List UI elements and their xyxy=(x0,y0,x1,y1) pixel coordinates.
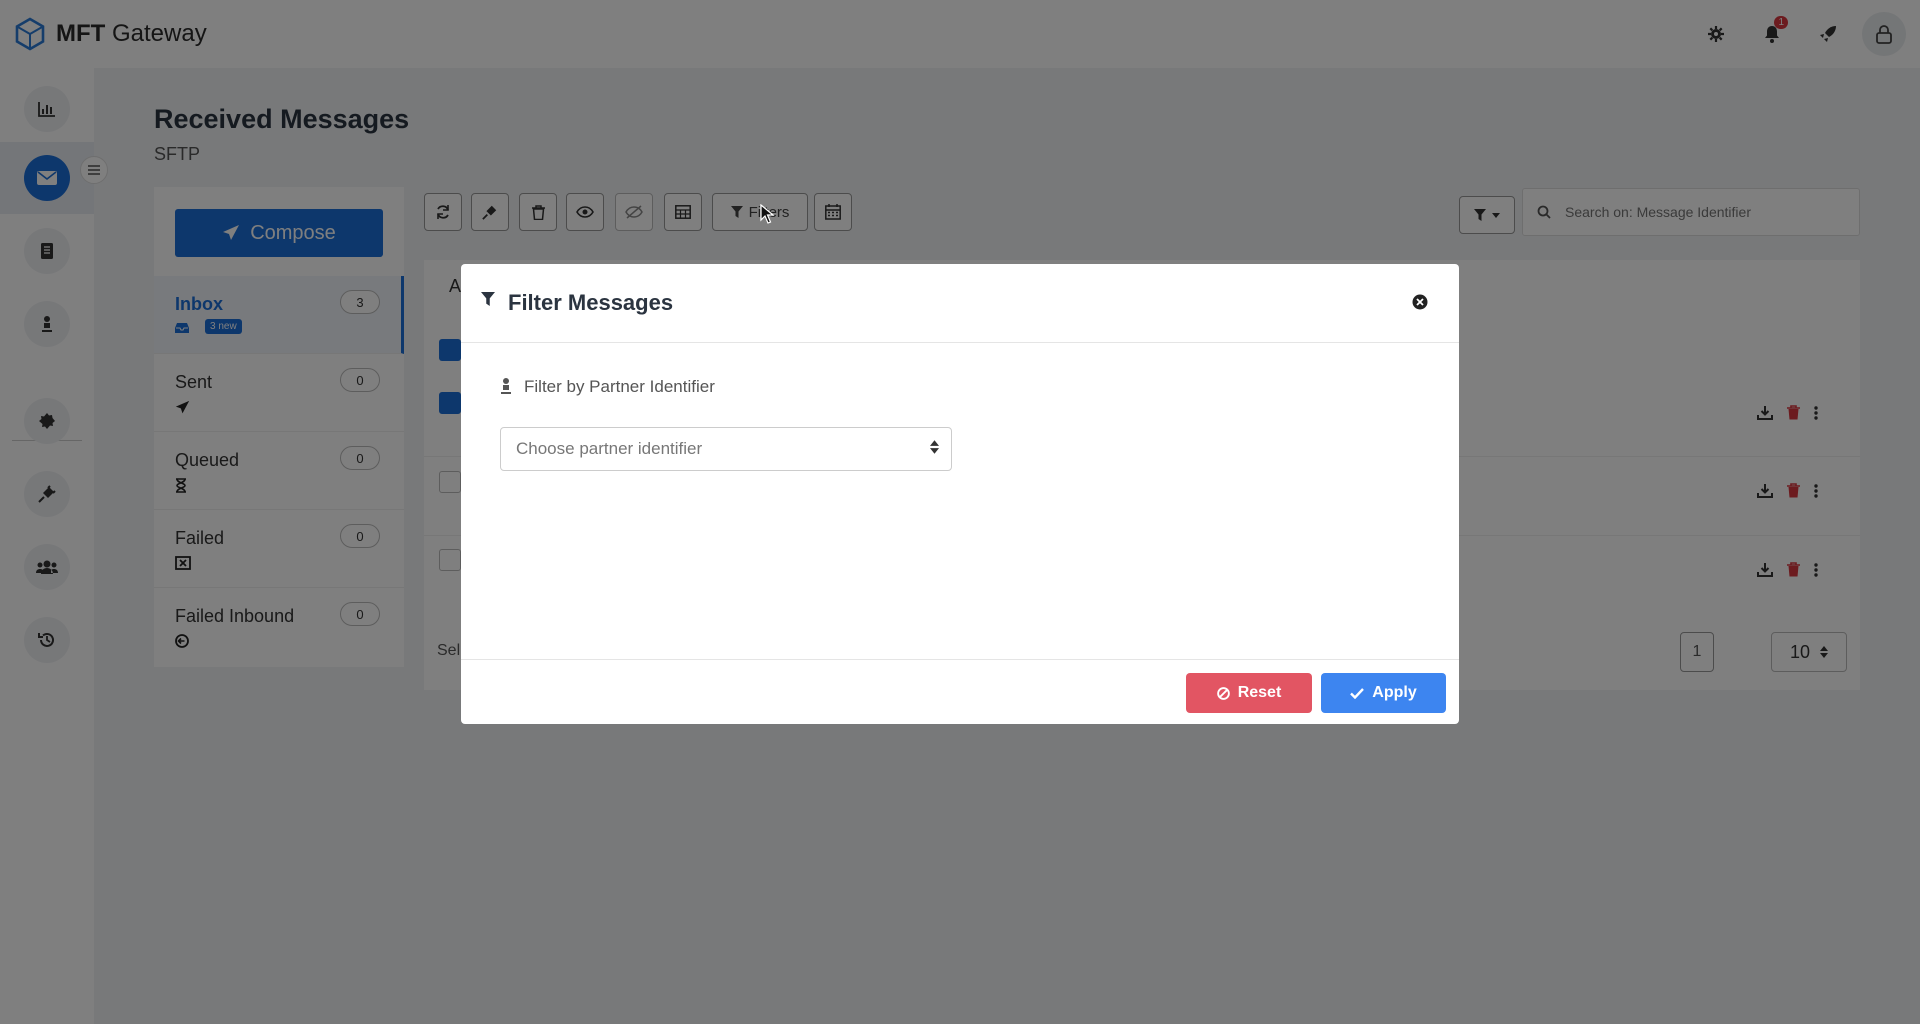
partner-identifier-select[interactable]: Choose partner identifier xyxy=(500,427,952,471)
reset-button[interactable]: Reset xyxy=(1186,673,1312,713)
partner-filter-label: Filter by Partner Identifier xyxy=(524,377,715,396)
sort-caret-icon xyxy=(930,440,939,454)
check-icon xyxy=(1350,687,1365,699)
reset-label: Reset xyxy=(1237,684,1282,701)
filter-messages-dialog: Filter Messages Filter by Partner Identi… xyxy=(461,264,1459,724)
filter-icon xyxy=(481,292,495,306)
mouse-cursor-icon xyxy=(760,204,774,224)
dialog-header: Filter Messages xyxy=(461,264,1459,343)
dialog-footer-divider xyxy=(461,659,1459,660)
close-icon[interactable] xyxy=(1412,294,1428,310)
partner-select-placeholder: Choose partner identifier xyxy=(516,439,703,458)
apply-button[interactable]: Apply xyxy=(1321,673,1446,713)
ban-icon xyxy=(1216,686,1230,700)
apply-label: Apply xyxy=(1372,684,1417,701)
dialog-title: Filter Messages xyxy=(508,290,674,315)
person-icon xyxy=(501,378,511,394)
